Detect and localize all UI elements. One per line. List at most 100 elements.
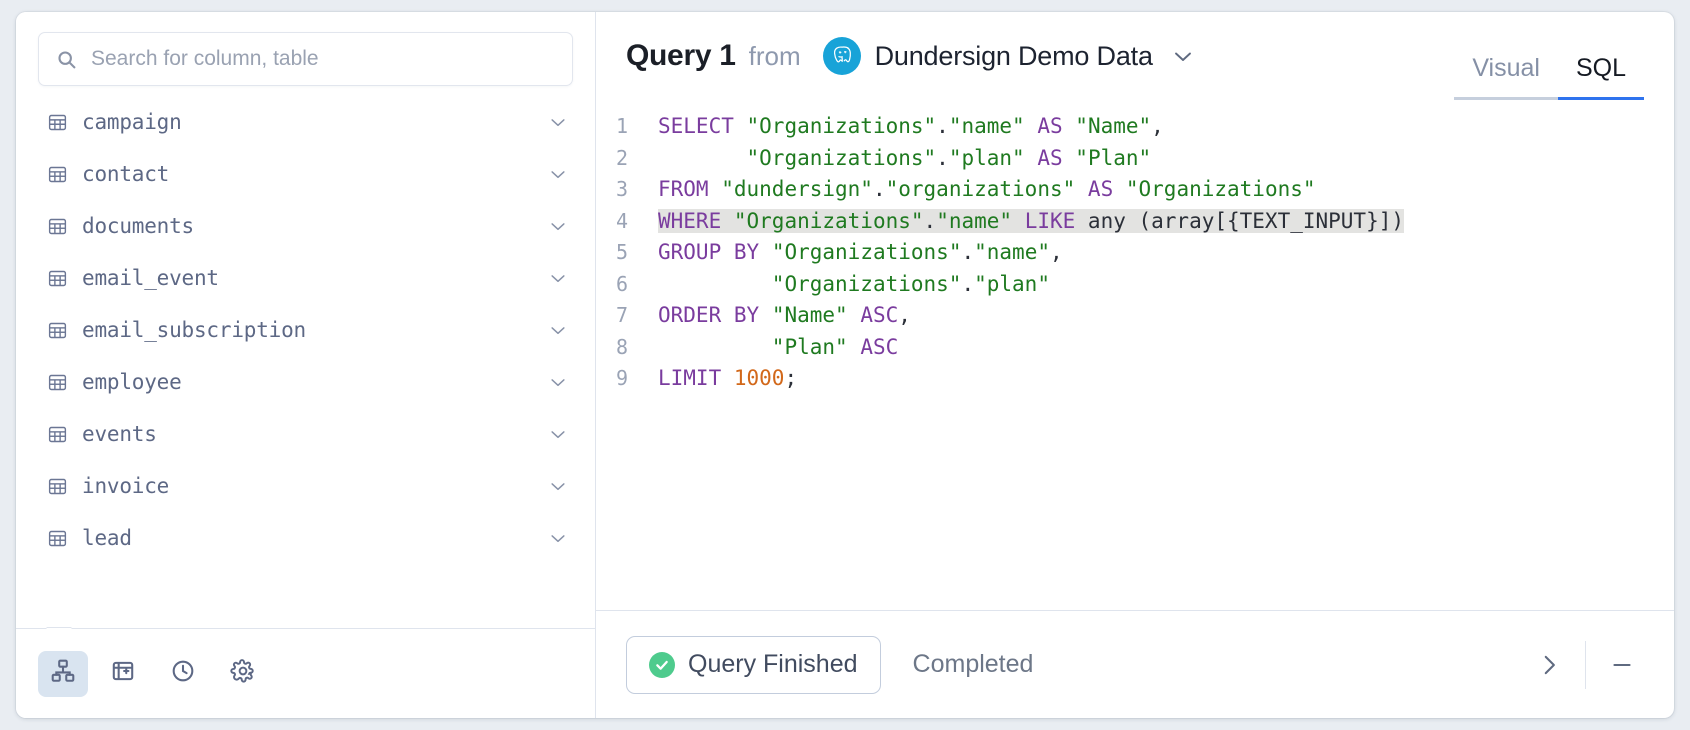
chevron-down-icon[interactable] <box>547 475 569 497</box>
page-title: Query 1 <box>626 39 736 72</box>
notebook-icon <box>110 658 136 689</box>
code-token: ORDER BY <box>658 303 760 327</box>
gear-icon-button[interactable] <box>218 651 268 697</box>
code-line[interactable]: 7 ORDER BY "Name" ASC, <box>596 303 1674 335</box>
code-token: "organizations" <box>885 177 1076 201</box>
chevron-down-icon[interactable] <box>547 267 569 289</box>
list-item[interactable]: events <box>16 408 595 460</box>
line-number: 8 <box>615 334 628 359</box>
table-icon <box>46 215 68 237</box>
chevron-right-icon[interactable] <box>1527 643 1571 687</box>
code-token: "name" <box>948 114 1025 138</box>
code-token: AS <box>1087 177 1114 201</box>
list-item[interactable]: lead <box>16 512 595 564</box>
status-bar: Query Finished Completed <box>596 610 1674 718</box>
code-token: "Plan" <box>771 334 848 359</box>
code-token: AS <box>1037 114 1063 138</box>
status-divider <box>1585 640 1586 689</box>
code-text: WHERE "Organizations"."name" LIKE any (a… <box>658 208 1405 233</box>
code-token: "name" <box>936 208 1013 233</box>
table-name: lead <box>82 526 132 550</box>
code-line[interactable]: 4 WHERE "Organizations"."name" LIKE any (… <box>596 208 1674 241</box>
check-circle-icon <box>649 651 675 678</box>
code-token: ASC <box>860 303 899 327</box>
code-token: LIMIT <box>658 366 722 390</box>
code-line[interactable]: 1 SELECT "Organizations"."name" AS "Name"… <box>596 114 1674 146</box>
code-text: "Organizations"."plan" AS "Plan" <box>658 146 1674 170</box>
code-line[interactable]: 9 LIMIT 1000; <box>596 366 1674 398</box>
chevron-down-icon[interactable] <box>547 319 569 341</box>
code-text: LIMIT 1000; <box>658 366 1674 390</box>
search-input[interactable] <box>89 46 556 72</box>
chevron-down-icon[interactable] <box>547 163 569 185</box>
table-icon <box>46 475 68 497</box>
code-token: "plan" <box>948 145 1025 170</box>
code-token: ASC <box>860 334 899 359</box>
chevron-down-icon[interactable] <box>547 111 569 133</box>
chevron-down-icon[interactable] <box>547 423 569 445</box>
tab-visual[interactable]: Visual <box>1454 54 1558 100</box>
list-item[interactable]: email_subscription <box>16 304 595 356</box>
code-line[interactable]: 8 "Plan" ASC <box>596 335 1674 367</box>
query-main-panel: Query 1 from Dundersign Demo Data Visual… <box>596 12 1674 718</box>
code-token: . <box>923 208 937 233</box>
code-token: "Organizations" <box>733 208 924 233</box>
code-token: any (array[{TEXT_INPUT}]) <box>1075 208 1405 233</box>
chevron-down-icon[interactable] <box>547 527 569 549</box>
code-token: AS <box>1037 145 1063 170</box>
status-badge: Query Finished <box>688 650 858 678</box>
query-editor-window: campaign contact documents email_event e… <box>16 12 1674 718</box>
line-number: 9 <box>615 366 628 390</box>
code-token: FROM <box>658 177 709 201</box>
sidebar-footer <box>16 628 595 718</box>
code-token: , <box>1049 240 1063 264</box>
history-clock-icon-button[interactable] <box>158 651 208 697</box>
list-item[interactable]: contact <box>16 148 595 200</box>
chevron-down-icon[interactable] <box>547 371 569 393</box>
list-item[interactable]: employee <box>16 356 595 408</box>
code-line[interactable]: 6 "Organizations"."plan" <box>596 272 1674 304</box>
tab-sql[interactable]: SQL <box>1557 54 1644 100</box>
search-box[interactable] <box>38 32 573 86</box>
list-item[interactable]: campaign <box>16 96 595 148</box>
code-line[interactable]: 2 "Organizations"."plan" AS "Plan" <box>596 146 1674 178</box>
sql-editor[interactable]: 1 SELECT "Organizations"."name" AS "Name"… <box>596 100 1674 610</box>
view-mode-tabs[interactable]: Visual SQL <box>1454 54 1644 100</box>
schema-sidebar: campaign contact documents email_event e… <box>16 12 596 718</box>
table-icon <box>46 319 68 341</box>
line-number: 6 <box>615 271 628 296</box>
search-container <box>16 12 595 94</box>
database-selector[interactable]: Dundersign Demo Data <box>822 37 1195 75</box>
code-token: "plan" <box>974 271 1050 296</box>
code-line[interactable]: 3 FROM "dundersign"."organizations" AS "O… <box>596 177 1674 209</box>
chevron-down-icon[interactable] <box>547 215 569 237</box>
gear-icon <box>230 658 256 689</box>
code-token: . <box>961 271 975 296</box>
line-number: 5 <box>615 240 628 264</box>
table-name: events <box>82 422 157 446</box>
code-token: "Organizations" <box>746 114 937 138</box>
table-list[interactable]: campaign contact documents email_event e… <box>16 94 595 628</box>
query-status-button[interactable]: Query Finished <box>626 635 881 694</box>
list-item[interactable]: invoice <box>16 460 595 512</box>
line-number: 1 <box>615 114 628 138</box>
from-label: from <box>748 40 801 71</box>
data-model-icon-button[interactable] <box>38 650 88 697</box>
code-line[interactable]: 5 GROUP BY "Organizations"."name", <box>596 240 1674 272</box>
footer-notch <box>46 628 72 640</box>
notebook-icon-button[interactable] <box>98 651 148 697</box>
minimize-dash-icon[interactable] <box>1600 643 1644 687</box>
list-item[interactable]: email_event <box>16 252 595 304</box>
code-token: SELECT <box>658 114 734 138</box>
code-token: "Plan" <box>1075 145 1152 170</box>
code-token: "Organizations" <box>771 240 962 264</box>
list-item[interactable]: documents <box>16 200 595 252</box>
chevron-down-icon[interactable] <box>1171 44 1195 68</box>
